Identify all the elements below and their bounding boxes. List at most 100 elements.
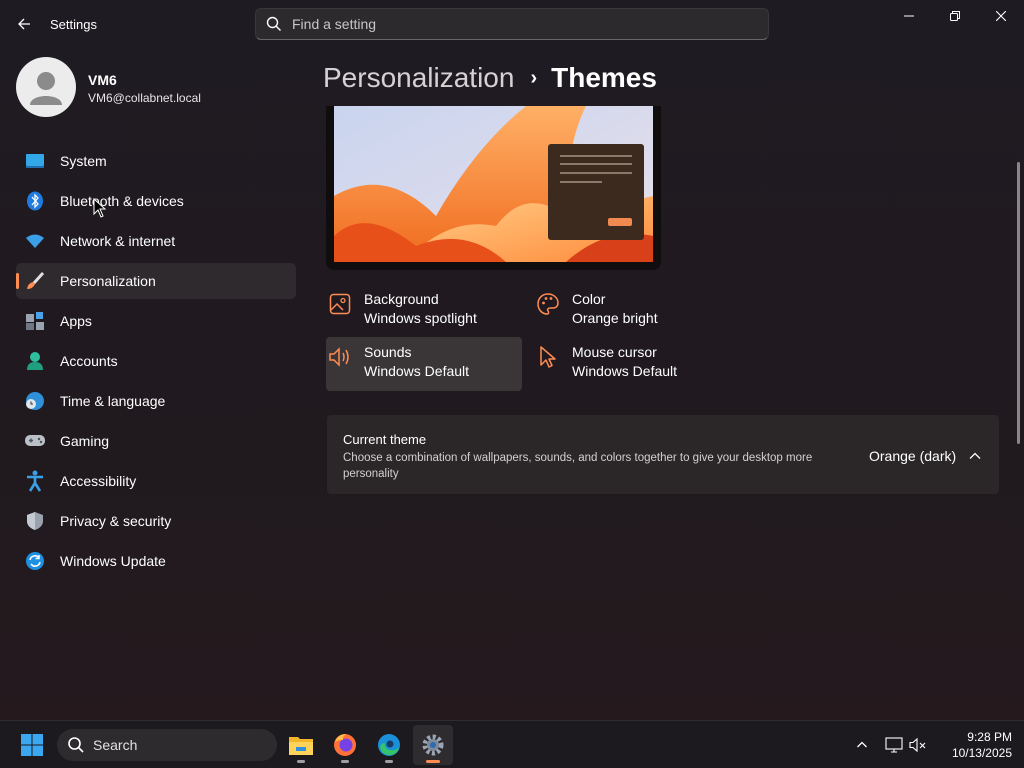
restore-icon bbox=[950, 11, 960, 21]
start-button[interactable] bbox=[12, 725, 52, 765]
theme-preview bbox=[326, 106, 661, 270]
sidebar-item-label: Personalization bbox=[60, 273, 156, 289]
taskbar: Search 9:28 PM 10/13/2025 bbox=[0, 720, 1024, 768]
page-title: Themes bbox=[551, 62, 657, 93]
current-theme-card[interactable]: Current theme Choose a combination of wa… bbox=[327, 415, 999, 494]
sidebar-item-label: Apps bbox=[60, 313, 92, 329]
volume-muted-icon bbox=[909, 737, 926, 753]
sidebar-item-windows-update[interactable]: Windows Update bbox=[16, 543, 296, 579]
taskbar-settings[interactable] bbox=[413, 725, 453, 765]
system-icon bbox=[24, 150, 46, 172]
speaker-icon bbox=[328, 345, 352, 369]
sounds-tile-title: Sounds bbox=[364, 344, 412, 360]
ethernet-monitor-icon bbox=[885, 737, 903, 753]
clock-time: 9:28 PM bbox=[967, 730, 1012, 744]
color-tile-text: Color Orange bright bbox=[572, 290, 658, 328]
chevron-up-icon bbox=[857, 741, 867, 748]
firefox-icon bbox=[334, 734, 356, 756]
back-button[interactable] bbox=[10, 10, 38, 38]
background-tile-text: Background Windows spotlight bbox=[364, 290, 477, 328]
volume-status[interactable] bbox=[906, 733, 930, 757]
sidebar-item-privacy[interactable]: Privacy & security bbox=[16, 503, 296, 539]
brush-icon bbox=[24, 270, 46, 292]
sidebar-item-label: Network & internet bbox=[60, 233, 176, 249]
shield-icon bbox=[24, 510, 46, 532]
file-explorer-icon bbox=[289, 737, 313, 755]
wifi-icon bbox=[24, 230, 46, 252]
current-theme-description: Choose a combination of wallpapers, soun… bbox=[343, 452, 813, 480]
color-tile-value: Orange bright bbox=[572, 310, 658, 326]
sidebar-item-bluetooth[interactable]: Bluetooth & devices bbox=[16, 183, 296, 219]
back-arrow-icon bbox=[18, 18, 30, 30]
background-tile-value: Windows spotlight bbox=[364, 310, 477, 326]
bluetooth-icon bbox=[24, 190, 46, 212]
taskbar-search[interactable]: Search bbox=[57, 729, 277, 761]
palette-icon bbox=[536, 292, 560, 316]
user-silhouette-icon bbox=[30, 72, 62, 105]
taskbar-search-label: Search bbox=[93, 737, 138, 753]
sidebar-item-label: System bbox=[60, 153, 107, 169]
sounds-tile-value: Windows Default bbox=[364, 363, 470, 379]
minimize-button[interactable] bbox=[886, 0, 932, 32]
search-icon bbox=[68, 737, 84, 753]
sidebar-item-accessibility[interactable]: Accessibility bbox=[16, 463, 296, 499]
sidebar-item-label: Accessibility bbox=[60, 473, 137, 489]
sidebar-item-gaming[interactable]: Gaming bbox=[16, 423, 296, 459]
sidebar-item-label: Time & language bbox=[60, 393, 166, 409]
theme-preview-image bbox=[334, 106, 653, 262]
search-input[interactable] bbox=[292, 16, 732, 32]
restore-button[interactable] bbox=[932, 0, 978, 32]
minimize-icon bbox=[904, 15, 914, 17]
current-theme-title: Current theme bbox=[343, 432, 427, 447]
sidebar-item-label: Windows Update bbox=[60, 553, 166, 569]
sidebar-item-network[interactable]: Network & internet bbox=[16, 223, 296, 259]
running-indicator bbox=[297, 760, 305, 763]
windows-logo-icon bbox=[21, 734, 43, 756]
close-button[interactable] bbox=[978, 0, 1024, 32]
network-status[interactable] bbox=[882, 733, 906, 757]
color-tile-title: Color bbox=[572, 291, 606, 307]
gamepad-icon bbox=[24, 430, 46, 452]
sidebar-item-time-language[interactable]: Time & language bbox=[16, 383, 296, 419]
sidebar-item-system[interactable]: System bbox=[16, 143, 296, 179]
mouse-cursor-tile[interactable]: Mouse cursor Windows Default bbox=[534, 337, 730, 391]
taskbar-clock[interactable]: 9:28 PM 10/13/2025 bbox=[930, 729, 1012, 761]
mouse-cursor-tile-text: Mouse cursor Windows Default bbox=[572, 343, 677, 381]
mouse-pointer-icon bbox=[93, 198, 107, 218]
user-profile[interactable]: VM6 VM6@collabnet.local bbox=[16, 57, 296, 117]
breadcrumb-separator: › bbox=[530, 66, 538, 89]
sidebar-item-accounts[interactable]: Accounts bbox=[16, 343, 296, 379]
avatar bbox=[16, 57, 76, 117]
running-indicator bbox=[385, 760, 393, 763]
sidebar-item-personalization[interactable]: Personalization bbox=[16, 263, 296, 299]
close-icon bbox=[996, 11, 1006, 21]
sidebar-item-label: Accounts bbox=[60, 353, 118, 369]
taskbar-edge[interactable] bbox=[369, 725, 409, 765]
apps-icon bbox=[24, 310, 46, 332]
app-title: Settings bbox=[50, 17, 97, 32]
title-bar: Settings bbox=[0, 0, 1024, 48]
breadcrumb-parent[interactable]: Personalization bbox=[323, 62, 514, 94]
current-theme-value: Orange (dark) bbox=[869, 448, 957, 464]
sidebar-item-label: Bluetooth & devices bbox=[60, 193, 184, 209]
clock-date: 10/13/2025 bbox=[951, 746, 1012, 760]
chevron-up-icon[interactable] bbox=[967, 448, 983, 464]
settings-search-box[interactable] bbox=[255, 8, 769, 40]
background-tile-title: Background bbox=[364, 291, 439, 307]
taskbar-file-explorer[interactable] bbox=[281, 725, 321, 765]
show-hidden-icons-button[interactable] bbox=[850, 733, 874, 757]
mouse-cursor-tile-value: Windows Default bbox=[572, 363, 678, 379]
background-tile[interactable]: Background Windows spotlight bbox=[326, 284, 522, 338]
scrollbar[interactable] bbox=[1017, 162, 1020, 444]
taskbar-firefox[interactable] bbox=[325, 725, 365, 765]
sounds-tile-text: Sounds Windows Default bbox=[364, 343, 469, 381]
color-tile[interactable]: Color Orange bright bbox=[534, 284, 730, 338]
breadcrumb: Personalization › Themes bbox=[323, 58, 657, 98]
sidebar-item-apps[interactable]: Apps bbox=[16, 303, 296, 339]
running-indicator bbox=[341, 760, 349, 763]
profile-name: VM6 bbox=[88, 72, 117, 88]
active-indicator bbox=[426, 760, 440, 763]
sounds-tile[interactable]: Sounds Windows Default bbox=[326, 337, 522, 391]
edge-icon bbox=[378, 734, 400, 756]
accounts-icon bbox=[24, 350, 46, 372]
